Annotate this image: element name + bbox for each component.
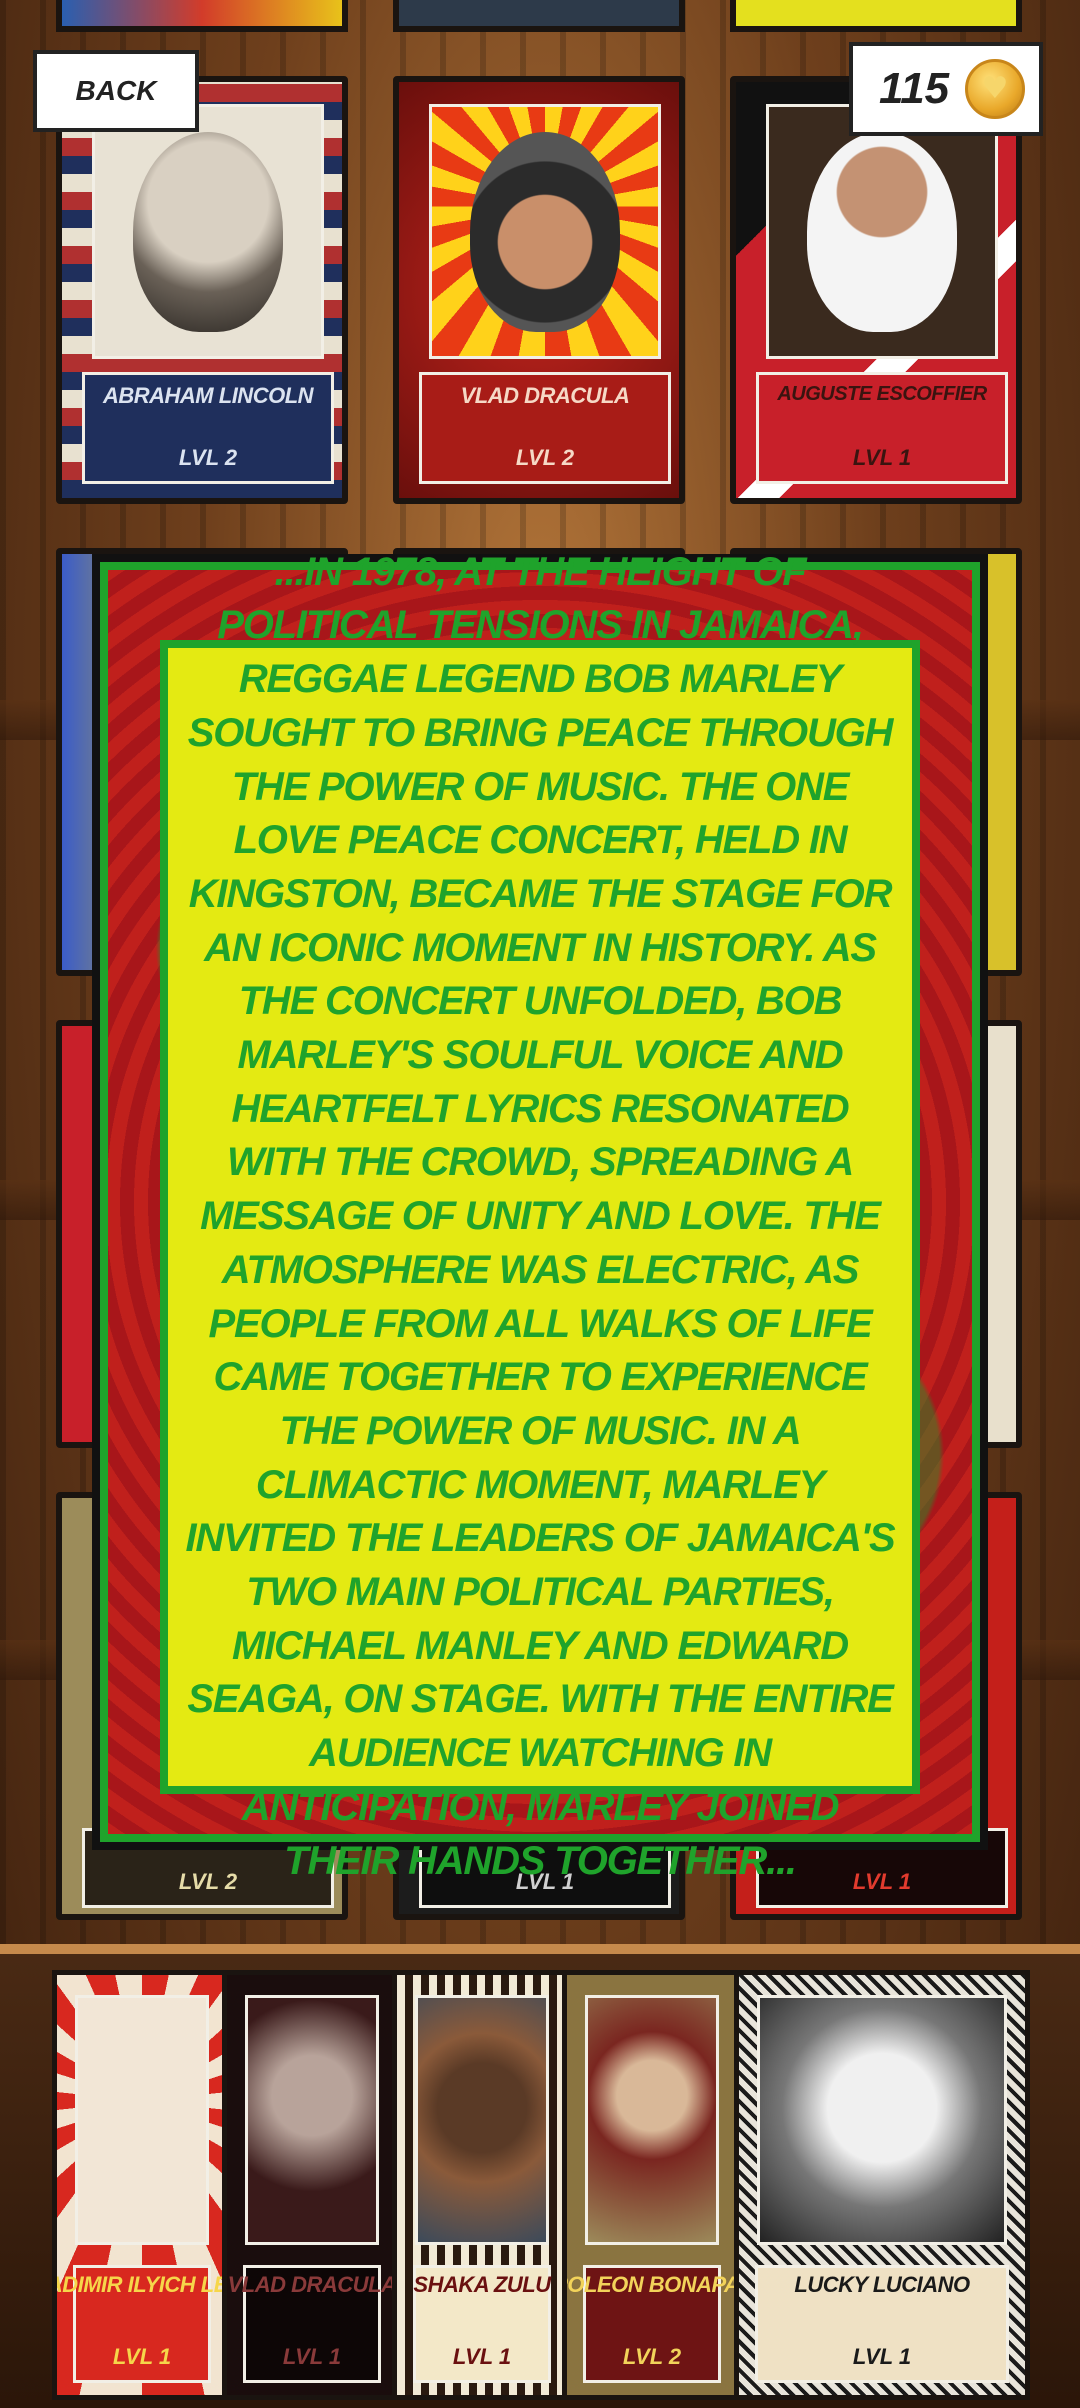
card-namebox: LUCKY LUCIANO LVL 1 — [755, 2265, 1009, 2383]
card-portrait — [92, 104, 324, 359]
card-level: LVL 1 — [852, 2344, 912, 2369]
hand-card-napoleon[interactable]: NAPOLEON BONAPARTE LVL 2 — [562, 1970, 742, 2400]
coin-count: 115 — [879, 64, 950, 113]
card-name: LUCKY LUCIANO — [794, 2272, 970, 2297]
card-level: LVL 1 — [852, 445, 912, 470]
card-level: LVL 1 — [112, 2344, 172, 2369]
card-namebox: AUGUSTE ESCOFFIER LVL 1 — [756, 372, 1008, 484]
card-level: LVL 2 — [178, 445, 238, 470]
card-abraham-lincoln[interactable]: ABRAHAM LINCOLN LVL 2 — [56, 76, 348, 504]
card-namebox: NAPOLEON BONAPARTE LVL 2 — [567, 2265, 737, 2383]
portrait-face — [133, 131, 283, 332]
card-namebox: VLAD DRACULA LVL 1 — [228, 2265, 397, 2383]
heart-coin-icon: ♥ — [965, 59, 1025, 119]
hand-rail — [0, 1944, 1080, 1954]
card-partial-top[interactable] — [393, 0, 685, 32]
card-partial-top[interactable] — [56, 0, 348, 32]
card-portrait — [75, 1995, 209, 2245]
portrait-face — [807, 131, 957, 332]
card-portrait — [245, 1995, 379, 2245]
card-name: AUGUSTE ESCOFFIER — [777, 383, 987, 405]
back-button[interactable]: BACK — [33, 50, 199, 132]
card-name: VLAD DRACULA — [227, 2272, 397, 2297]
hand-card-lenin[interactable]: VLADIMIR ILYICH LENIN LVL 1 — [52, 1970, 232, 2400]
portrait-face — [470, 131, 620, 332]
card-vlad-dracula[interactable]: VLAD DRACULA LVL 2 — [393, 76, 685, 504]
hand-card-vlad-dracula[interactable]: VLAD DRACULA LVL 1 — [222, 1970, 402, 2400]
card-portrait — [415, 1995, 549, 2245]
card-portrait — [585, 1995, 719, 2245]
card-name: NAPOLEON BONAPARTE — [567, 2272, 740, 2297]
story-panel: ...IN 1978, AT THE HEIGHT OF POLITICAL T… — [160, 550, 920, 1883]
back-label: BACK — [75, 75, 157, 106]
hand-card-shaka-zulu[interactable]: SHAKA ZULU LVL 1 — [392, 1970, 572, 2400]
story-modal[interactable]: ...IN 1978, AT THE HEIGHT OF POLITICAL T… — [92, 550, 988, 1883]
card-name: VLAD DRACULA — [460, 383, 630, 408]
card-namebox: VLAD DRACULA LVL 2 — [419, 372, 671, 484]
card-portrait — [757, 1995, 1007, 2245]
card-namebox: SHAKA ZULU LVL 1 — [413, 2265, 551, 2383]
hand-card-lucky-luciano[interactable]: LUCKY LUCIANO LVL 1 — [734, 1970, 1030, 2400]
card-level: LVL 1 — [452, 2344, 512, 2369]
card-partial-top[interactable] — [730, 0, 1022, 32]
story-text: ...IN 1978, AT THE HEIGHT OF POLITICAL T… — [185, 549, 896, 1883]
card-level: LVL 2 — [622, 2344, 682, 2369]
card-portrait — [429, 104, 661, 359]
card-auguste-escoffier[interactable]: AUGUSTE ESCOFFIER LVL 1 — [730, 76, 1022, 504]
card-namebox: VLADIMIR ILYICH LENIN LVL 1 — [57, 2265, 227, 2383]
card-portrait — [766, 104, 998, 359]
card-level: LVL 1 — [282, 2344, 342, 2369]
coin-counter: 115 ♥ — [849, 42, 1043, 136]
card-level: LVL 2 — [515, 445, 575, 470]
card-name: VLADIMIR ILYICH LENIN — [57, 2272, 228, 2297]
card-namebox: ABRAHAM LINCOLN LVL 2 — [82, 372, 334, 484]
card-name: SHAKA ZULU — [413, 2272, 551, 2297]
card-name: ABRAHAM LINCOLN — [102, 383, 314, 408]
story-frame: ...IN 1978, AT THE HEIGHT OF POLITICAL T… — [100, 550, 980, 1883]
